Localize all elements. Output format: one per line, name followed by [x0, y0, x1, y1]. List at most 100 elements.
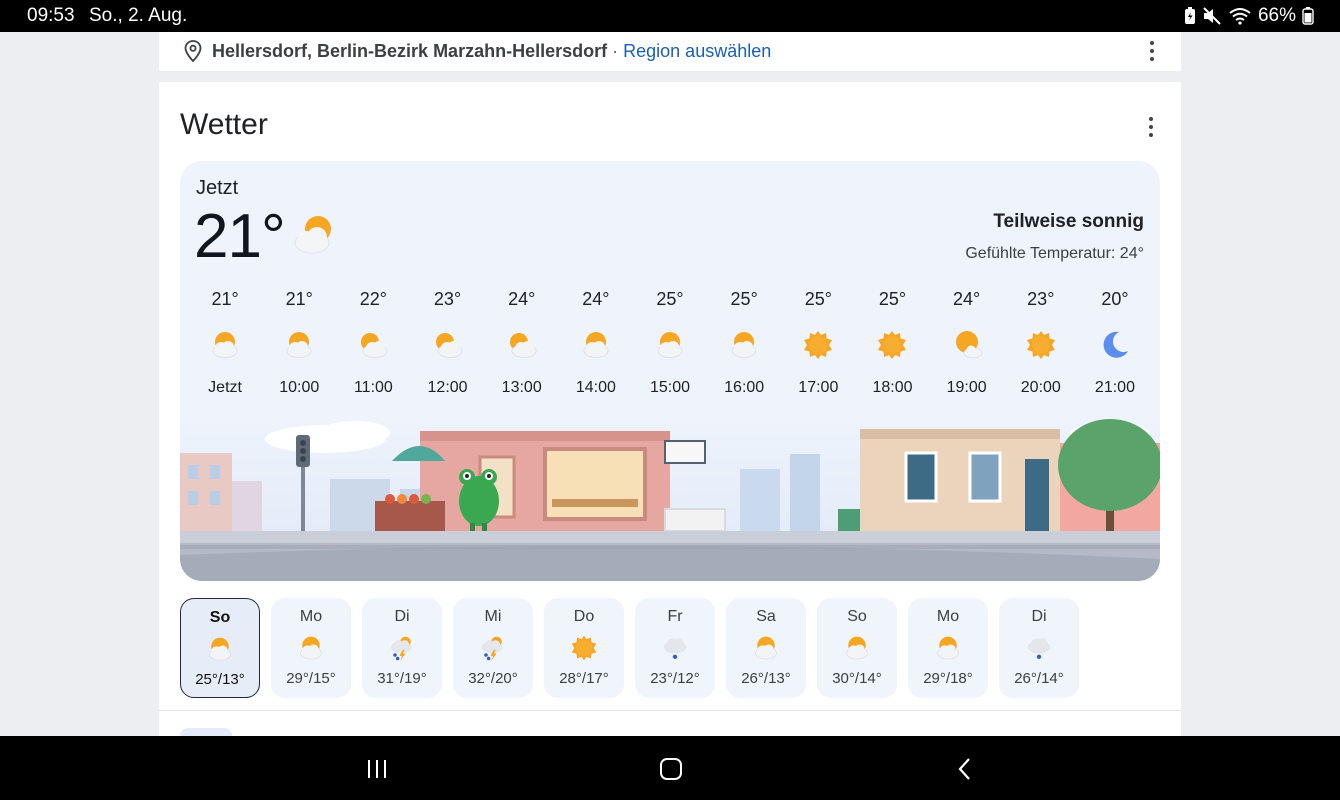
hourly-temperature: 25°: [656, 289, 684, 309]
battery-icon: [1302, 7, 1314, 25]
status-icons: 66%: [1184, 5, 1314, 27]
hourly-temperature: 23°: [1027, 289, 1055, 309]
rain-icon: [999, 630, 1079, 666]
daily-forecast-card[interactable]: Sa 26°/13°: [726, 598, 806, 698]
daily-forecast-card[interactable]: So 30°/14°: [817, 598, 897, 698]
hourly-time: 14:00: [575, 379, 616, 396]
partly-sunny-icon: [271, 630, 351, 666]
mostly-sunny-icon: [930, 317, 1004, 373]
day-temperature-range: 25°/13°: [195, 671, 245, 688]
day-name: So: [209, 609, 231, 626]
day-temperature-range: 26°/14°: [1014, 670, 1064, 687]
day-name: Do: [573, 608, 595, 625]
location-card: Hellersdorf, Berlin-Bezirk Marzahn-Helle…: [159, 32, 1181, 71]
daily-forecast-card[interactable]: Di 31°/19°: [362, 598, 442, 698]
hourly-item: 25° 16:00: [707, 287, 781, 397]
hourly-time: 21:00: [1094, 379, 1135, 396]
back-icon[interactable]: [950, 754, 980, 784]
hourly-item: 24° 13:00: [485, 287, 559, 397]
weather-more-icon[interactable]: [1148, 117, 1154, 137]
hourly-item: 24° 14:00: [559, 287, 633, 397]
hourly-temperature: 25°: [804, 289, 832, 309]
partly-sunny-icon: [290, 211, 338, 264]
weather-card: Wetter Jetzt 21° Teilweise sonnig Gefühl…: [159, 82, 1181, 742]
recent-apps-icon[interactable]: [362, 754, 392, 784]
day-name: Mi: [484, 608, 502, 625]
day-temperature-range: 26°/13°: [741, 670, 791, 687]
hourly-time: Jetzt: [208, 379, 242, 396]
cloudy-sun-icon: [336, 317, 410, 373]
street-scene-illustration: [180, 419, 1160, 581]
partly-sunny-icon: [181, 631, 259, 667]
daily-forecast-card[interactable]: So 25°/13°: [180, 598, 260, 698]
hourly-time: 20:00: [1020, 379, 1061, 396]
location-name: Hellersdorf, Berlin-Bezirk Marzahn-Helle…: [212, 41, 608, 61]
sunny-icon: [855, 317, 929, 373]
hourly-item: 21° Jetzt: [188, 287, 262, 397]
partly-sunny-icon: [559, 317, 633, 373]
feels-like-temperature: Gefühlte Temperatur: 24°: [965, 245, 1144, 262]
day-name: So: [847, 608, 867, 625]
navigation-bar: [0, 736, 1340, 800]
hourly-time: 16:00: [724, 379, 765, 396]
day-name: Mo: [936, 608, 960, 625]
daily-forecast-card[interactable]: Mo 29°/15°: [271, 598, 351, 698]
day-name: Di: [394, 608, 410, 625]
status-bar: 09:53 So., 2. Aug. 66%: [0, 0, 1340, 32]
hourly-temperature: 25°: [878, 289, 907, 309]
region-select-link[interactable]: Region auswählen: [623, 41, 771, 61]
hourly-temperature: 23°: [433, 289, 462, 309]
mute-icon: [1202, 7, 1222, 25]
daily-forecast-card[interactable]: Mo 29°/18°: [908, 598, 988, 698]
sunny-icon: [544, 630, 624, 666]
hourly-time: 17:00: [798, 379, 839, 396]
weather-condition: Teilweise sonnig: [993, 211, 1144, 232]
partly-sunny-icon: [633, 317, 707, 373]
daily-forecast-card[interactable]: Do 28°/17°: [544, 598, 624, 698]
partly-sunny-icon: [188, 317, 262, 373]
partly-sunny-icon: [262, 317, 336, 373]
current-temperature: 21°: [194, 202, 286, 271]
hourly-temperature: 20°: [1101, 289, 1129, 309]
status-date: So., 2. Aug.: [89, 5, 188, 26]
hourly-temperature: 22°: [359, 289, 387, 309]
day-temperature-range: 29°/18°: [923, 670, 973, 687]
hourly-time: 18:00: [872, 379, 913, 396]
hourly-item: 25° 15:00: [633, 287, 707, 397]
day-temperature-range: 30°/14°: [832, 670, 882, 687]
battery-saver-icon: [1184, 7, 1196, 25]
hourly-temperature: 21°: [211, 289, 239, 309]
hourly-temperature: 24°: [508, 289, 536, 309]
partly-sunny-icon: [707, 317, 781, 373]
hourly-time: 10:00: [279, 379, 320, 396]
now-label: Jetzt: [196, 177, 239, 199]
partly-sunny-icon: [817, 630, 897, 666]
hourly-time: 12:00: [427, 379, 468, 396]
thunderstorm-icon: [362, 630, 442, 666]
hourly-temperature: 24°: [582, 289, 610, 309]
sunny-icon: [1004, 317, 1078, 373]
status-time: 09:53: [27, 5, 75, 26]
partly-sunny-icon: [726, 630, 806, 666]
rain-icon: [635, 630, 715, 666]
wifi-icon: [1228, 7, 1252, 25]
partly-sunny-icon: [908, 630, 988, 666]
hourly-item: 23° 20:00: [1004, 287, 1078, 397]
day-temperature-range: 23°/12°: [650, 670, 700, 687]
battery-percent: 66%: [1257, 5, 1296, 26]
hourly-item: 25° 18:00: [855, 287, 929, 397]
current-weather-panel: Jetzt 21° Teilweise sonnig Gefühlte Temp…: [180, 161, 1160, 581]
day-name: Di: [1031, 608, 1047, 625]
hourly-time: 19:00: [946, 379, 987, 396]
daily-forecast-card[interactable]: Mi 32°/20°: [453, 598, 533, 698]
location-separator: ·: [612, 41, 619, 61]
day-name: Fr: [667, 608, 683, 625]
day-temperature-range: 32°/20°: [468, 670, 518, 687]
location-more-icon[interactable]: [1149, 41, 1155, 61]
moon-icon: [1078, 317, 1152, 373]
home-icon[interactable]: [656, 754, 686, 784]
daily-forecast-card[interactable]: Di 26°/14°: [999, 598, 1079, 698]
weather-title: Wetter: [180, 108, 268, 141]
daily-forecast-card[interactable]: Fr 23°/12°: [635, 598, 715, 698]
hourly-item: 24° 19:00: [930, 287, 1004, 397]
